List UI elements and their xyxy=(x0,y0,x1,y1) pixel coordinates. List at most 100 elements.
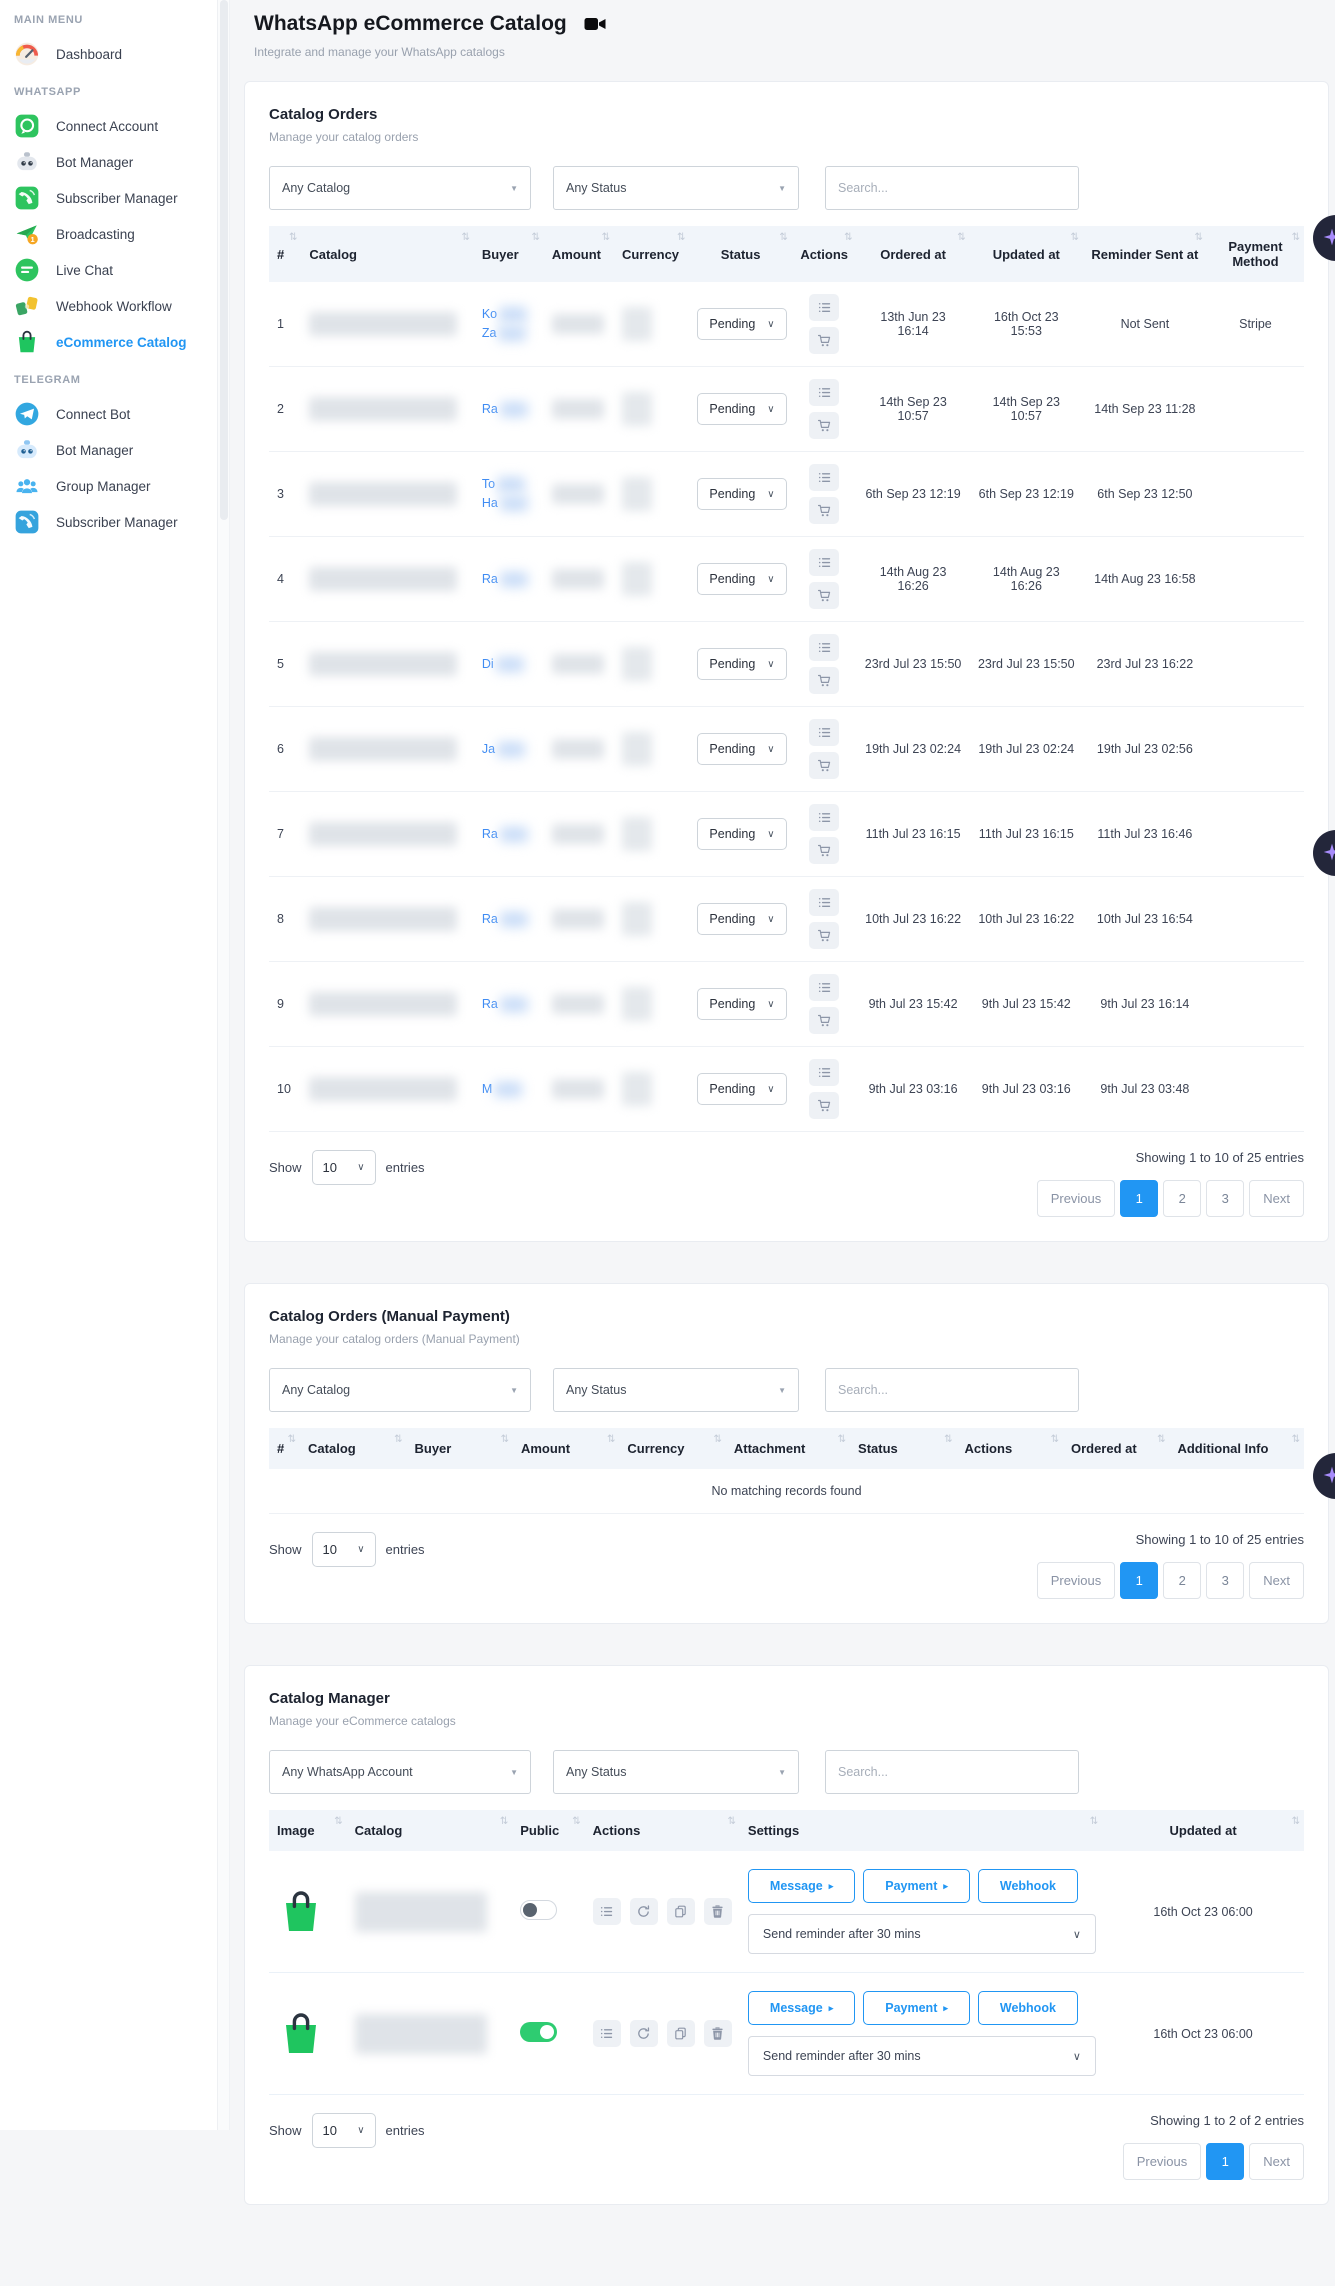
order-status-select[interactable]: Pending∨ xyxy=(697,308,786,340)
order-action-cart-icon[interactable] xyxy=(809,412,839,439)
sidebar-item-subscriber-manager[interactable]: Subscriber Manager xyxy=(0,504,217,540)
column-header-image[interactable]: Image⇅ xyxy=(269,1810,347,1851)
catalog-action-trash-icon[interactable] xyxy=(704,2020,732,2047)
order-status-select[interactable]: Pending∨ xyxy=(697,903,786,935)
column-header-actions[interactable]: Actions⇅ xyxy=(585,1810,740,1851)
buyer-link[interactable]: Ra xyxy=(482,400,536,419)
column-header-col[interactable]: #⇅ xyxy=(269,226,301,282)
pager-page-3[interactable]: 3 xyxy=(1206,1180,1244,1217)
column-header-currency[interactable]: Currency⇅ xyxy=(619,1428,725,1469)
search-input[interactable] xyxy=(825,1750,1079,1794)
sidebar-item-group-manager[interactable]: Group Manager xyxy=(0,468,217,504)
column-header-status[interactable]: Status⇅ xyxy=(689,226,791,282)
status-filter-select[interactable]: Any Status ▼ xyxy=(553,166,799,210)
order-action-cart-icon[interactable] xyxy=(809,667,839,694)
pager-page-2[interactable]: 2 xyxy=(1163,1562,1201,1599)
order-status-select[interactable]: Pending∨ xyxy=(697,1073,786,1105)
column-header-actions[interactable]: Actions⇅ xyxy=(957,1428,1063,1469)
sidebar-item-broadcasting[interactable]: 1Broadcasting xyxy=(0,216,217,252)
pager-page-3[interactable]: 3 xyxy=(1206,1562,1244,1599)
order-action-cart-icon[interactable] xyxy=(809,1092,839,1119)
order-action-list-icon[interactable] xyxy=(809,294,839,321)
order-action-cart-icon[interactable] xyxy=(809,327,839,354)
column-header-updated-at[interactable]: Updated at⇅ xyxy=(970,226,1083,282)
column-header-attachment[interactable]: Attachment⇅ xyxy=(726,1428,850,1469)
column-header-catalog[interactable]: Catalog⇅ xyxy=(301,226,474,282)
order-action-list-icon[interactable] xyxy=(809,804,839,831)
order-status-select[interactable]: Pending∨ xyxy=(697,393,786,425)
order-status-select[interactable]: Pending∨ xyxy=(697,818,786,850)
sidebar-item-subscriber-manager[interactable]: Subscriber Manager xyxy=(0,180,217,216)
column-header-ordered-at[interactable]: Ordered at⇅ xyxy=(856,226,969,282)
settings-button-webhook[interactable]: Webhook xyxy=(978,1991,1078,2025)
catalog-action-copy-icon[interactable] xyxy=(667,2020,695,2047)
sidebar-item-connect-account[interactable]: Connect Account xyxy=(0,108,217,144)
sidebar-item-connect-bot[interactable]: Connect Bot xyxy=(0,396,217,432)
column-header-catalog[interactable]: Catalog⇅ xyxy=(347,1810,513,1851)
page-size-select[interactable]: 10 ∨ xyxy=(312,2113,376,2148)
column-header-buyer[interactable]: Buyer⇅ xyxy=(407,1428,513,1469)
order-action-cart-icon[interactable] xyxy=(809,497,839,524)
order-action-cart-icon[interactable] xyxy=(809,582,839,609)
pager-page-1[interactable]: 1 xyxy=(1120,1562,1158,1599)
column-header-additional-info[interactable]: Additional Info⇅ xyxy=(1169,1428,1304,1469)
pager-previous-button[interactable]: Previous xyxy=(1037,1180,1116,1217)
status-filter-select[interactable]: Any Status ▼ xyxy=(553,1750,799,1794)
pager-next-button[interactable]: Next xyxy=(1249,1562,1304,1599)
pager-next-button[interactable]: Next xyxy=(1249,2143,1304,2180)
catalog-action-trash-icon[interactable] xyxy=(704,1898,732,1925)
column-header-col[interactable]: #⇅ xyxy=(269,1428,300,1469)
buyer-link[interactable]: Ja xyxy=(482,740,536,759)
order-action-cart-icon[interactable] xyxy=(809,1007,839,1034)
catalog-action-refresh-icon[interactable] xyxy=(630,2020,658,2047)
page-size-select[interactable]: 10 ∨ xyxy=(312,1150,376,1185)
catalog-filter-select[interactable]: Any Catalog ▼ xyxy=(269,166,531,210)
column-header-currency[interactable]: Currency⇅ xyxy=(614,226,689,282)
buyer-link[interactable]: Ra xyxy=(482,995,536,1014)
order-status-select[interactable]: Pending∨ xyxy=(697,988,786,1020)
order-action-list-icon[interactable] xyxy=(809,379,839,406)
status-filter-select[interactable]: Any Status ▼ xyxy=(553,1368,799,1412)
buyer-link[interactable]: Ra xyxy=(482,910,536,929)
column-header-public[interactable]: Public⇅ xyxy=(512,1810,584,1851)
settings-button-message[interactable]: Message▸ xyxy=(748,1991,855,2025)
catalog-action-list-icon[interactable] xyxy=(593,2020,621,2047)
public-toggle[interactable] xyxy=(520,2022,557,2042)
sidebar-scrollbar[interactable] xyxy=(218,0,230,2130)
order-action-list-icon[interactable] xyxy=(809,889,839,916)
public-toggle[interactable] xyxy=(520,1900,557,1920)
column-header-reminder-sent-at[interactable]: Reminder Sent at⇅ xyxy=(1083,226,1207,282)
column-header-buyer[interactable]: Buyer⇅ xyxy=(474,226,544,282)
page-size-select[interactable]: 10 ∨ xyxy=(312,1532,376,1567)
order-action-list-icon[interactable] xyxy=(809,634,839,661)
reminder-select[interactable]: Send reminder after 30 mins∨ xyxy=(748,2036,1096,2076)
order-action-list-icon[interactable] xyxy=(809,549,839,576)
catalog-filter-select[interactable]: Any Catalog ▼ xyxy=(269,1368,531,1412)
sidebar-item-dashboard[interactable]: Dashboard xyxy=(0,36,217,72)
buyer-link[interactable]: Za xyxy=(482,324,536,343)
pager-page-1[interactable]: 1 xyxy=(1206,2143,1244,2180)
column-header-ordered-at[interactable]: Ordered at⇅ xyxy=(1063,1428,1170,1469)
sidebar-item-webhook-workflow[interactable]: Webhook Workflow xyxy=(0,288,217,324)
video-camera-icon[interactable] xyxy=(583,12,607,36)
column-header-payment-method[interactable]: Payment Method⇅ xyxy=(1207,226,1304,282)
buyer-link[interactable]: M xyxy=(482,1080,536,1099)
column-header-settings[interactable]: Settings⇅ xyxy=(740,1810,1102,1851)
order-action-list-icon[interactable] xyxy=(809,974,839,1001)
buyer-link[interactable]: Ha xyxy=(482,494,536,513)
order-action-list-icon[interactable] xyxy=(809,719,839,746)
settings-button-payment[interactable]: Payment▸ xyxy=(863,1869,970,1903)
sidebar-item-live-chat[interactable]: Live Chat xyxy=(0,252,217,288)
order-status-select[interactable]: Pending∨ xyxy=(697,733,786,765)
order-status-select[interactable]: Pending∨ xyxy=(697,563,786,595)
order-action-cart-icon[interactable] xyxy=(809,837,839,864)
buyer-link[interactable]: To xyxy=(482,475,536,494)
buyer-link[interactable]: Ra xyxy=(482,825,536,844)
pager-previous-button[interactable]: Previous xyxy=(1037,1562,1116,1599)
buyer-link[interactable]: Ko xyxy=(482,305,536,324)
catalog-action-list-icon[interactable] xyxy=(593,1898,621,1925)
catalog-action-refresh-icon[interactable] xyxy=(630,1898,658,1925)
pager-page-2[interactable]: 2 xyxy=(1163,1180,1201,1217)
pager-previous-button[interactable]: Previous xyxy=(1123,2143,1202,2180)
order-action-cart-icon[interactable] xyxy=(809,922,839,949)
